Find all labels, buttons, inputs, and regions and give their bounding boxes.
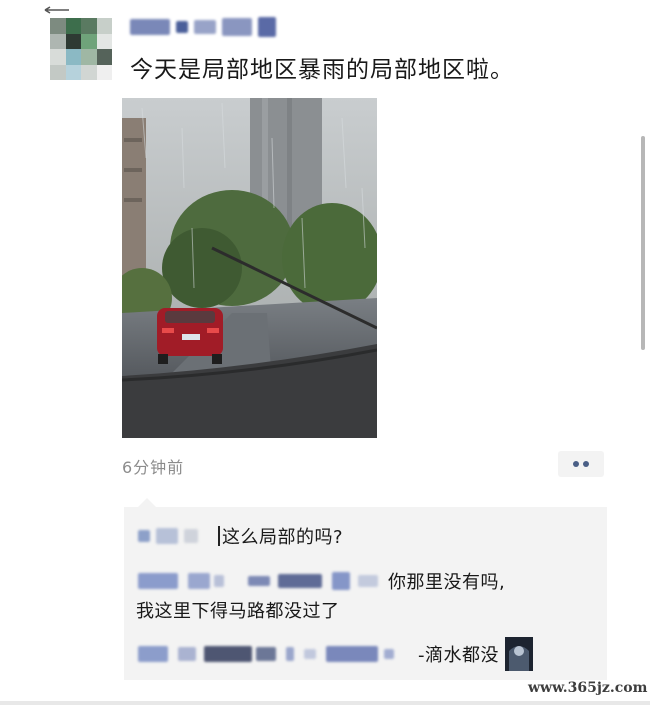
text-cursor	[218, 526, 220, 546]
comment-text: -滴水都没	[418, 645, 499, 666]
watermark: www.365jz.com	[528, 680, 648, 696]
comment-row[interactable]: -滴水都没	[138, 637, 533, 671]
comment-row[interactable]: 你那里没有吗,	[138, 568, 505, 594]
more-options-button[interactable]	[558, 451, 604, 477]
scrollbar[interactable]	[641, 136, 645, 350]
commenter-name-redacted[interactable]	[138, 646, 168, 662]
comment-text: 你那里没有吗,	[388, 572, 506, 593]
comment-row[interactable]: 这么局部的吗?	[138, 523, 343, 549]
post-timestamp: 6分钟前	[122, 458, 185, 477]
sticker-image[interactable]	[505, 637, 533, 671]
commenter-name-redacted[interactable]	[138, 530, 150, 542]
back-arrow-icon[interactable]	[44, 6, 70, 14]
commenter-name-redacted[interactable]	[138, 573, 178, 589]
comment-text-continued: 我这里下得马路都没过了	[136, 597, 340, 623]
avatar[interactable]	[50, 18, 112, 80]
comment-text: 我这里下得马路都没过了	[136, 601, 340, 622]
comment-section: 这么局部的吗? 你那里没有吗, 我这里下得马路都没过了 -滴水都没	[124, 498, 607, 680]
divider	[0, 701, 650, 705]
post-text: 今天是局部地区暴雨的局部地区啦。	[130, 57, 514, 83]
comment-text: 这么局部的吗?	[222, 527, 344, 548]
post-photo[interactable]	[122, 98, 377, 438]
nickname-redacted[interactable]	[130, 17, 276, 37]
dot-icon	[583, 461, 589, 467]
dot-icon	[573, 461, 579, 467]
